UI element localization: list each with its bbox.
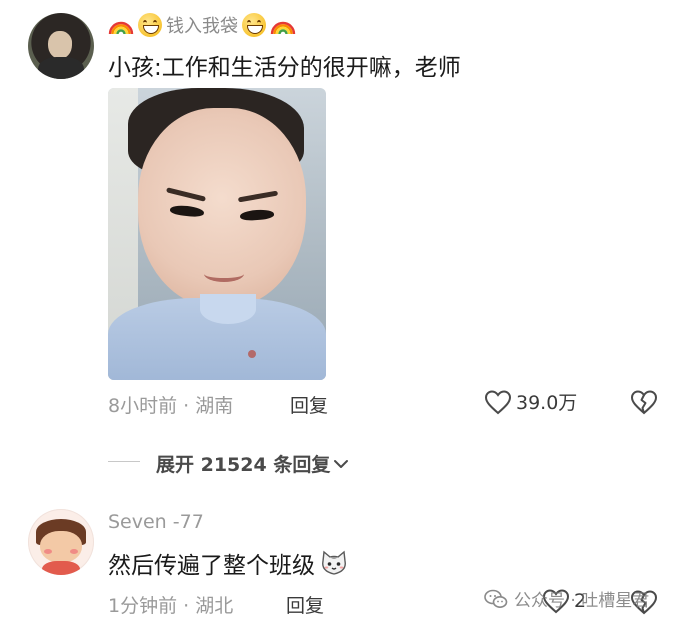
avatar-face	[40, 531, 82, 563]
comment-1-reply-button[interactable]: 回复	[290, 391, 328, 418]
comment-1-username-row[interactable]: 钱入我袋	[108, 12, 296, 38]
avatar-cheek	[70, 549, 78, 554]
photo-mouth	[204, 266, 244, 282]
comment-2-username[interactable]: Seven -77	[108, 511, 204, 533]
comment-1-photo[interactable]	[108, 88, 326, 380]
comment-2-avatar[interactable]	[28, 509, 94, 575]
photo-button	[248, 350, 256, 358]
comment-2-text: 然后传遍了整个班级	[108, 553, 315, 579]
avatar-body	[42, 561, 80, 575]
comment-1-text: 小孩:工作和生活分的很开嘛，老师	[108, 55, 461, 81]
avatar-cheek	[44, 549, 52, 554]
comment-2-like-count: 2	[574, 590, 587, 612]
comment-2-dislike-button[interactable]	[630, 588, 658, 616]
comment-2-like-button[interactable]: 2	[542, 588, 586, 614]
broken-heart-icon	[630, 588, 658, 616]
grin-emoji-icon	[138, 13, 162, 37]
comment-2-time-location: 1分钟前 · 湖北	[108, 595, 234, 617]
cat-emoji-icon	[319, 549, 349, 577]
expand-replies-button[interactable]: 展开 21524 条回复	[156, 450, 350, 477]
expand-divider	[108, 461, 140, 462]
avatar-body	[38, 57, 84, 79]
comment-1-avatar[interactable]	[28, 13, 94, 79]
grin-emoji-icon	[242, 13, 266, 37]
heart-outline-icon	[484, 389, 512, 415]
chevron-down-icon	[332, 455, 350, 473]
broken-heart-icon	[630, 388, 658, 416]
comment-2-text-row: 然后传遍了整个班级	[108, 546, 349, 580]
heart-outline-icon	[542, 588, 570, 614]
comment-2-reply-button[interactable]: 回复	[286, 591, 324, 618]
photo-collar	[200, 294, 256, 324]
wechat-icon	[484, 588, 508, 610]
rainbow-icon	[108, 12, 134, 38]
rainbow-icon	[270, 12, 296, 38]
comment-1-time-location: 8小时前 · 湖南	[108, 395, 234, 417]
comment-1-like-button[interactable]: 39.0万	[484, 388, 577, 415]
avatar-face	[48, 31, 72, 59]
expand-replies-label: 展开 21524 条回复	[156, 454, 331, 476]
comment-1-dislike-button[interactable]	[630, 388, 658, 416]
comment-1-username: 钱入我袋	[166, 16, 238, 37]
comment-1-like-count: 39.0万	[516, 392, 578, 414]
